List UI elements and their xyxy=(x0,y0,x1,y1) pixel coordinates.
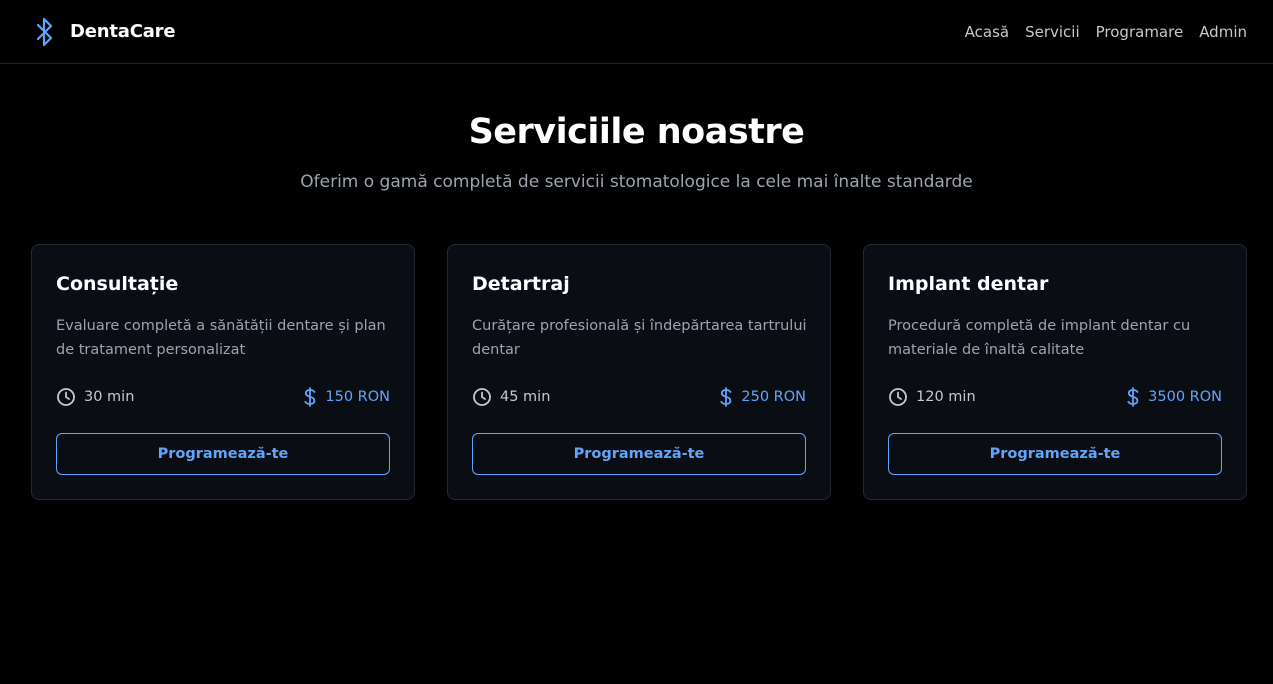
nav-link-servicii[interactable]: Servicii xyxy=(1025,23,1080,41)
nav-link-acasa[interactable]: Acasă xyxy=(965,23,1009,41)
service-duration: 120 min xyxy=(888,387,976,407)
service-meta: 30 min 150 RON xyxy=(56,387,390,407)
brand[interactable]: DentaCare xyxy=(34,16,176,48)
brand-name: DentaCare xyxy=(70,21,176,42)
service-title: Implant dentar xyxy=(888,273,1049,295)
service-card-consultatie: Consultație Evaluare completă a sănătăți… xyxy=(31,244,415,500)
book-button[interactable]: Programează-te xyxy=(472,433,806,475)
book-button[interactable]: Programează-te xyxy=(888,433,1222,475)
service-card-implant: Implant dentar Procedură completă de imp… xyxy=(863,244,1247,500)
clock-icon xyxy=(472,387,492,407)
service-price: 150 RON xyxy=(303,387,390,407)
service-price: 3500 RON xyxy=(1126,387,1222,407)
duration-value: 120 min xyxy=(916,389,976,405)
service-title: Consultație xyxy=(56,273,179,295)
bluetooth-icon xyxy=(34,16,56,48)
service-description: Procedură completă de implant dentar cu … xyxy=(888,318,1191,358)
page-title: Serviciile noastre xyxy=(468,112,805,152)
service-title: Detartraj xyxy=(472,273,570,295)
dollar-icon xyxy=(719,387,733,407)
price-value: 3500 RON xyxy=(1148,389,1222,405)
top-navbar: DentaCare Acasă Servicii Programare Admi… xyxy=(0,0,1273,64)
service-meta: 120 min 3500 RON xyxy=(888,387,1222,407)
dollar-icon xyxy=(303,387,317,407)
main-nav: Acasă Servicii Programare Admin xyxy=(965,23,1247,41)
price-value: 150 RON xyxy=(325,389,390,405)
service-price: 250 RON xyxy=(719,387,806,407)
price-value: 250 RON xyxy=(741,389,806,405)
service-description: Evaluare completă a sănătății dentare și… xyxy=(56,318,386,358)
nav-link-admin[interactable]: Admin xyxy=(1199,23,1247,41)
service-duration: 30 min xyxy=(56,387,134,407)
book-button[interactable]: Programează-te xyxy=(56,433,390,475)
duration-value: 45 min xyxy=(500,389,551,405)
nav-link-programare[interactable]: Programare xyxy=(1096,23,1184,41)
service-duration: 45 min xyxy=(472,387,550,407)
page-subtitle: Oferim o gamă completă de servicii stoma… xyxy=(300,172,973,192)
clock-icon xyxy=(888,387,908,407)
duration-value: 30 min xyxy=(84,389,135,405)
service-meta: 45 min 250 RON xyxy=(472,387,806,407)
service-description: Curățare profesională și îndepărtarea ta… xyxy=(472,318,807,358)
services-list: Consultație Evaluare completă a sănătăți… xyxy=(31,244,1247,500)
clock-icon xyxy=(56,387,76,407)
dollar-icon xyxy=(1126,387,1140,407)
service-card-detartraj: Detartraj Curățare profesională și îndep… xyxy=(447,244,831,500)
